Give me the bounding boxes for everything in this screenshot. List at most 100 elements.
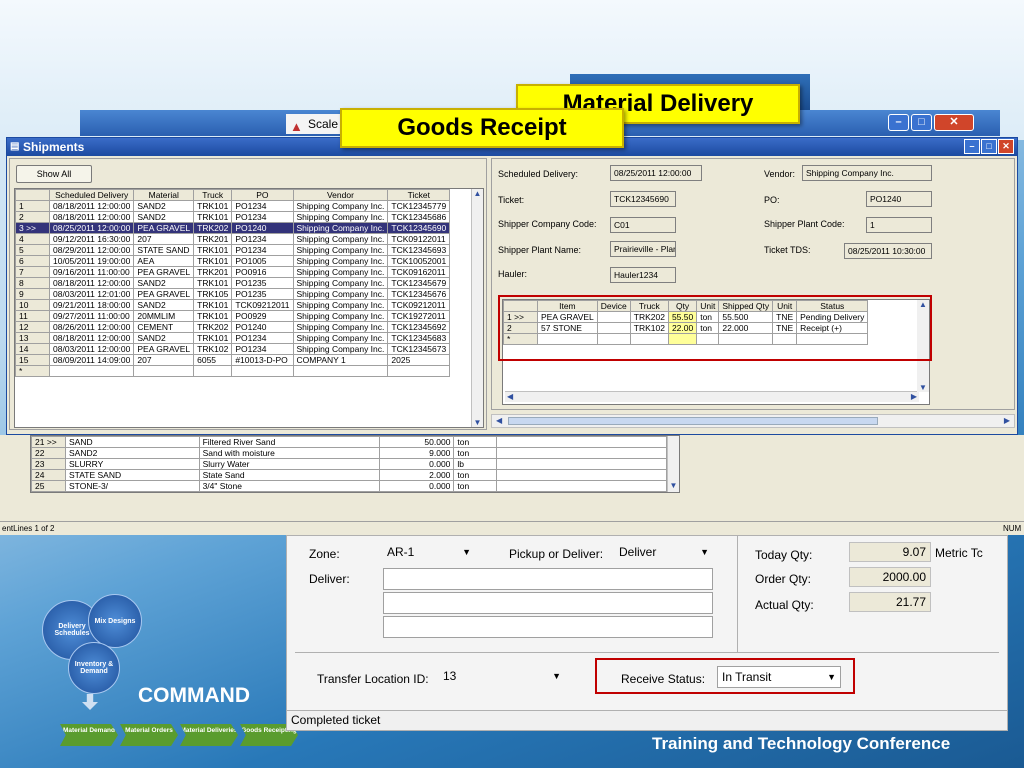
- shipments-close-button[interactable]: ✕: [998, 139, 1014, 154]
- table-cell: [387, 365, 451, 377]
- scheduled-delivery-field[interactable]: 08/25/2011 12:00:00: [610, 165, 702, 181]
- table-cell: SAND2: [133, 332, 195, 344]
- shipments-minimize-button[interactable]: –: [964, 139, 980, 154]
- table-cell: [292, 365, 389, 377]
- transfer-location-select[interactable]: 13 ▼: [439, 666, 565, 688]
- row-header: 10: [15, 299, 50, 311]
- materials-window: 21 >> SAND Filtered River Sand 50.000 ton 22 S…: [0, 435, 1024, 535]
- table-row[interactable]: 14 08/03/2011 12:00:00 PEA GRAVEL TRK102 PO1…: [15, 343, 451, 355]
- inventory-demand-circle: Inventory & Demand: [68, 642, 120, 694]
- table-row[interactable]: 10 09/21/2011 18:00:00 SAND2 TRK101 TCK09212…: [15, 299, 451, 311]
- today-qty-field[interactable]: 9.07: [849, 542, 931, 562]
- table-cell: Filtered River Sand: [198, 436, 380, 448]
- table-row[interactable]: 5 08/29/2011 12:00:00 STATE SAND TRK101 PO12…: [15, 244, 451, 256]
- table-row[interactable]: 11 09/27/2011 11:00:00 20MMLIM TRK101 PO0929…: [15, 310, 451, 322]
- table-row[interactable]: 6 10/05/2011 19:00:00 AEA TRK101 PO1005 Shipp…: [15, 255, 451, 267]
- table-row[interactable]: 1 08/18/2011 12:00:00 SAND2 TRK101 PO1234 Shi…: [15, 200, 451, 212]
- deliver-field-3[interactable]: [383, 616, 713, 638]
- num-lock-indicator: NUM: [1003, 524, 1022, 533]
- table-row[interactable]: 23 SLURRY Slurry Water 0.000 lb: [31, 458, 667, 470]
- shipper-company-code-field[interactable]: C01: [610, 217, 676, 233]
- row-header: 7: [15, 266, 50, 278]
- process-chevrons: Material Demand Material Orders Material…: [60, 724, 298, 746]
- conference-footer: Training and Technology Conference: [652, 734, 951, 753]
- show-all-button[interactable]: Show All: [16, 165, 92, 183]
- table-cell: 09/21/2011 18:00:00: [48, 299, 135, 311]
- items-hscrollbar[interactable]: ◀ ▶: [505, 391, 919, 402]
- hauler-field[interactable]: Hauler1234: [610, 267, 676, 283]
- shipper-plant-code-field[interactable]: 1: [866, 217, 932, 233]
- table-cell: ton: [453, 480, 497, 492]
- shipper-plant-name-label: Shipper Plant Name:: [498, 245, 582, 255]
- bottom-hscrollbar[interactable]: ◀ ▶: [491, 414, 1015, 428]
- table-row[interactable]: 13 08/18/2011 12:00:00 SAND2 TRK101 PO1234 Sh…: [15, 332, 451, 344]
- ticket-field[interactable]: TCK12345690: [610, 191, 676, 207]
- deliver-field-1[interactable]: [383, 568, 713, 590]
- maximize-button[interactable]: □: [911, 114, 932, 131]
- row-header: 5: [15, 244, 50, 256]
- zone-select[interactable]: AR-1 ▼: [383, 542, 475, 564]
- column-header: [15, 189, 50, 201]
- row-header: 6: [15, 255, 50, 267]
- table-cell: PO1240: [231, 321, 294, 333]
- table-cell: Shipping Company Inc.: [292, 255, 389, 267]
- table-row[interactable]: 25 STONE-3/3/4" Stone 0.000 ton: [31, 480, 667, 492]
- table-cell: ton: [453, 469, 497, 481]
- table-cell: 08/25/2011 12:00:00: [48, 222, 135, 234]
- table-row[interactable]: 8 08/18/2011 12:00:00 SAND2 TRK101 PO1235 Shi…: [15, 277, 451, 289]
- materials-scrollbar[interactable]: ▼: [667, 436, 679, 492]
- vendor-field[interactable]: Shipping Company Inc.: [802, 165, 932, 181]
- table-row[interactable]: 24 STATE SAND State Sand 2.000 ton: [31, 469, 667, 481]
- receipt-window: Zone: AR-1 ▼ Pickup or Deliver: Deliver …: [286, 535, 1008, 731]
- table-cell: TCK09212011: [231, 299, 294, 311]
- table-cell: Shipping Company Inc.: [292, 233, 389, 245]
- deliver-field-2[interactable]: [383, 592, 713, 614]
- table-cell: Shipping Company Inc.: [292, 277, 389, 289]
- table-row[interactable]: *: [15, 365, 451, 377]
- po-field[interactable]: PO1240: [866, 191, 932, 207]
- row-header: 25: [31, 480, 66, 492]
- table-cell: ton: [453, 447, 497, 459]
- table-row[interactable]: 2 08/18/2011 12:00:00 SAND2 TRK101 PO1234 Shi…: [15, 211, 451, 223]
- brand-text: COMMAND: [138, 684, 250, 707]
- actual-qty-field[interactable]: 21.77: [849, 592, 931, 612]
- column-header: Material: [133, 189, 195, 201]
- table-row[interactable]: 22 SAND2 Sand with moisture 9.000 ton: [31, 447, 667, 459]
- table-row[interactable]: 9 08/03/2011 12:01:00 PEA GRAVEL TRK105 PO12…: [15, 288, 451, 300]
- table-row[interactable]: 21 >> SAND Filtered River Sand 50.000 ton: [31, 436, 667, 448]
- table-row[interactable]: 3 >> 08/25/2011 12:00:00 PEA GRAVEL TRK202 P…: [15, 222, 451, 234]
- ticket-tds-field[interactable]: 08/25/2011 10:30:00: [844, 243, 932, 259]
- table-cell: 6055: [193, 354, 233, 366]
- table-cell: TRK105: [193, 288, 233, 300]
- order-qty-field[interactable]: 2000.00: [849, 567, 931, 587]
- table-cell: 09/12/2011 16:30:00: [48, 233, 135, 245]
- table-cell: PEA GRAVEL: [133, 266, 195, 278]
- table-row[interactable]: 15 08/09/2011 14:09:00 207 6055 #10013-D-PO C…: [15, 354, 451, 366]
- table-row[interactable]: 12 08/26/2011 12:00:00 CEMENT TRK202 PO1240 S…: [15, 321, 451, 333]
- pickup-select[interactable]: Deliver ▼: [615, 542, 713, 564]
- table-cell: SAND2: [133, 299, 195, 311]
- table-cell: PEA GRAVEL: [133, 343, 195, 355]
- table-row[interactable]: 4 09/12/2011 16:30:00 207 TRK201 PO1234 Shipp…: [15, 233, 451, 245]
- shipments-scrollbar[interactable]: ▲ ▼: [471, 189, 483, 427]
- goods-receipt-callout: Goods Receipt: [340, 108, 624, 148]
- receive-status-select[interactable]: In Transit ▼: [717, 666, 841, 688]
- table-cell: PO0916: [231, 266, 294, 278]
- shipper-plant-name-field[interactable]: Prairieville - Plan: [610, 241, 676, 257]
- form-divider: [295, 652, 999, 653]
- minimize-button[interactable]: –: [888, 114, 909, 131]
- column-header: Truck: [193, 189, 233, 201]
- table-cell: TRK101: [193, 255, 233, 267]
- table-row[interactable]: 7 09/16/2011 11:00:00 PEA GRAVEL TRK201 PO09…: [15, 266, 451, 278]
- table-cell: 09/27/2011 11:00:00: [48, 310, 135, 322]
- table-cell: TRK101: [193, 310, 233, 322]
- row-header: 15: [15, 354, 50, 366]
- table-cell: 2025: [387, 354, 451, 366]
- table-cell: PO1234: [231, 211, 294, 223]
- shipments-maximize-button[interactable]: □: [981, 139, 997, 154]
- shipment-detail-pane: Scheduled Delivery: 08/25/2011 12:00:00 …: [491, 158, 1015, 410]
- table-cell: TCK12345676: [387, 288, 451, 300]
- close-button[interactable]: ✕: [934, 114, 974, 131]
- materials-statusbar: entLines 1 of 2 NUM: [0, 521, 1024, 535]
- column-header: PO: [231, 189, 294, 201]
